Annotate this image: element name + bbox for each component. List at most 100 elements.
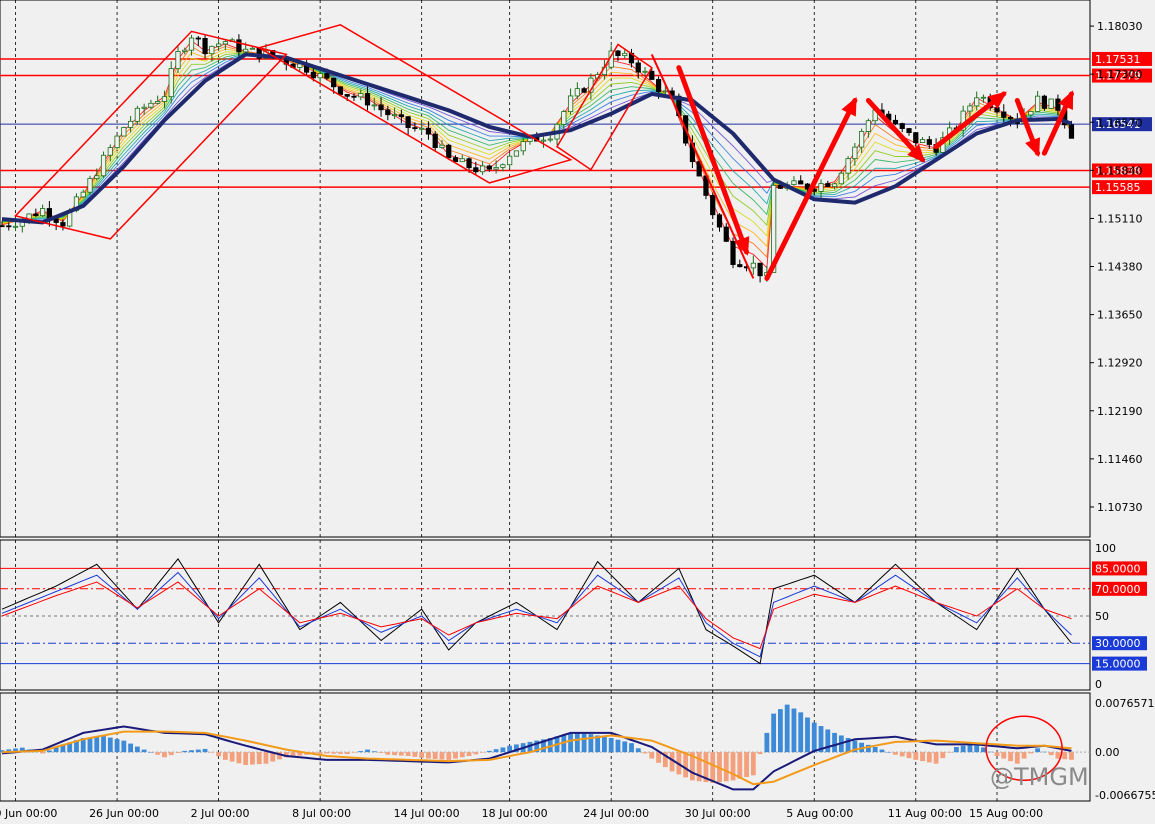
macd-bar [243, 752, 249, 765]
macd-bar [744, 752, 749, 777]
macd-bar [1001, 752, 1007, 759]
candle-body [507, 155, 513, 166]
macd-bar [398, 752, 404, 756]
macd-bar [1035, 748, 1041, 753]
candle-body [1001, 111, 1007, 118]
candle-body [967, 105, 973, 112]
y-tick-label: 1.15110 [1097, 212, 1143, 225]
candle-body [852, 146, 858, 160]
y-tick-label: 1.18030 [1097, 20, 1143, 33]
macd-bar [615, 739, 621, 753]
macd-bar [1028, 752, 1034, 754]
candle-body [473, 167, 479, 173]
macd-bar [581, 733, 587, 753]
macd-bar [134, 746, 140, 753]
candle-body [141, 106, 147, 109]
macd-bar [1008, 752, 1013, 762]
candle-body [906, 128, 912, 134]
x-tick-label: 24 Jul 00:00 [583, 807, 649, 820]
candle-body [818, 183, 824, 192]
macd-bar [710, 752, 716, 783]
macd-bar [493, 749, 499, 753]
macd-bar [791, 708, 797, 753]
macd-bar [825, 729, 831, 753]
macd-bar [324, 752, 330, 754]
macd-bar [392, 752, 397, 756]
candle-body [831, 183, 838, 188]
macd-bar [953, 747, 959, 753]
macd-bar [642, 752, 648, 754]
x-tick-label: 20 Jun 00:00 [0, 807, 57, 820]
candle-body [730, 240, 736, 265]
candle-body [561, 111, 567, 125]
macd-bar [101, 736, 106, 753]
macd-bar [46, 750, 52, 753]
candle-body [310, 71, 316, 79]
candle-body [798, 180, 804, 185]
candle-body [182, 49, 188, 52]
y-tick-label: 1.16570 [1097, 116, 1143, 129]
candle-body [405, 116, 411, 128]
macd-bar [439, 752, 445, 760]
candle-body [459, 158, 465, 163]
candle-body [452, 157, 459, 163]
candle-body [425, 127, 432, 135]
y-tick-label: 1.17300 [1097, 68, 1143, 81]
candle-body [622, 52, 628, 56]
candle-body [1068, 124, 1075, 139]
macd-bar [784, 704, 790, 753]
price-panel[interactable] [0, 0, 1091, 538]
macd-bar [141, 749, 147, 753]
candle-body [838, 172, 844, 185]
candle-body [750, 262, 756, 269]
stochastic-panel[interactable] [0, 539, 1091, 691]
macd-bar [629, 743, 634, 753]
macd-bar [162, 752, 167, 758]
candle-body [331, 77, 337, 88]
forex-chart[interactable]: 1.175311.172791.165411.158381.15585 85.0… [0, 0, 1155, 824]
macd-bar [317, 752, 323, 754]
macd-bar [899, 752, 905, 757]
macd-bar [1021, 752, 1027, 759]
macd-bar [574, 733, 580, 753]
macd-bar [886, 752, 892, 753]
candle-body [324, 73, 330, 79]
macd-bar [202, 748, 208, 753]
macd-tick-label: 0.0076571 [1095, 697, 1155, 710]
macd-bar [723, 752, 729, 782]
macd-bar [40, 752, 46, 754]
candle-body [486, 165, 492, 170]
macd-bar [602, 736, 607, 753]
macd-bar [757, 752, 763, 755]
candle-body [520, 141, 526, 152]
candle-body [371, 104, 377, 107]
y-tick-label: 1.11460 [1097, 453, 1143, 466]
candle-body [317, 73, 323, 79]
candle-body [615, 50, 621, 56]
macd-bar [114, 739, 120, 753]
candle-body [80, 191, 86, 198]
macd-bar [229, 752, 235, 762]
macd-bar [107, 737, 113, 753]
macd-bar [994, 752, 1000, 757]
y-tick-label: 1.15840 [1097, 164, 1143, 177]
macd-bar [432, 752, 438, 759]
y-tick-label: 1.12920 [1097, 357, 1143, 370]
time-axis: 20 Jun 00:00 26 Jun 00:00 2 Jul 00:00 8 Jul… [0, 807, 1043, 820]
stoch-level-label: 85.0000 [1095, 562, 1141, 575]
candle-body [222, 41, 228, 45]
candle-body [94, 175, 100, 179]
candle-body [865, 120, 872, 132]
candle-body [757, 262, 763, 277]
macd-bar [1014, 752, 1020, 764]
candle-body [540, 139, 547, 142]
candle-body [581, 88, 587, 93]
macd-bar [155, 752, 161, 755]
candle-body [500, 164, 506, 168]
macd-bar [1041, 751, 1047, 753]
candle-body [466, 158, 472, 169]
candle-body [892, 119, 899, 124]
candle-body [974, 97, 980, 107]
macd-bar [622, 741, 628, 753]
macd-bar [879, 749, 885, 753]
